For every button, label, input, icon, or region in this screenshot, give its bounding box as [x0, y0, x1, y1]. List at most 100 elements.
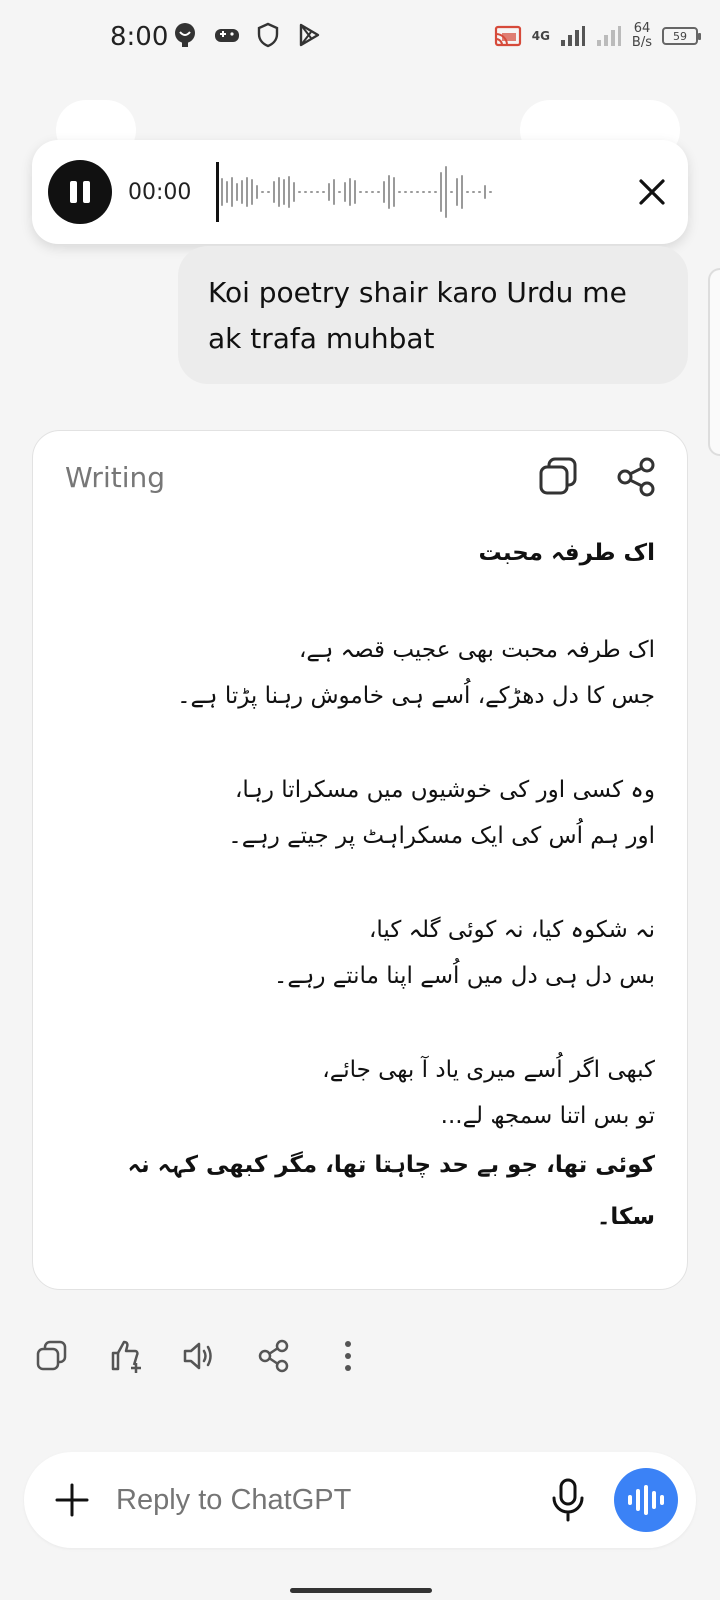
poem-line: وہ کسی اور کی خوشیوں میں مسکراتا رہا،	[234, 777, 655, 803]
waveform-bar	[246, 177, 248, 207]
waveform-bar	[428, 191, 431, 193]
waveform-bar	[221, 178, 223, 206]
composer	[24, 1452, 696, 1548]
waveform-bar	[333, 179, 335, 205]
thumbs-up-icon	[111, 1340, 141, 1373]
waveform-bar	[472, 191, 475, 193]
poem-line: اک طرفہ محبت بھی عجیب قصہ ہے،	[298, 637, 655, 663]
notification-app-icon	[175, 23, 195, 47]
home-indicator[interactable]	[290, 1588, 432, 1593]
waveform-bar	[489, 191, 492, 193]
waveform-bar	[226, 181, 228, 203]
waveform-bar	[256, 185, 258, 199]
battery-icon: 59	[662, 27, 701, 45]
card-label: Writing	[65, 461, 165, 494]
waveform-bar	[461, 175, 463, 209]
waveform-bar	[267, 191, 270, 193]
waveform-bar	[316, 191, 319, 193]
waveform-bar	[328, 183, 330, 201]
share-icon	[617, 457, 655, 497]
waveform-bar	[261, 191, 264, 193]
card-copy-button[interactable]	[535, 453, 583, 501]
waveform-bar	[450, 191, 453, 193]
waveform-bar	[278, 177, 280, 207]
waveform-bar	[404, 191, 407, 193]
speaker-icon	[183, 1342, 212, 1370]
waveform-bar	[236, 183, 238, 201]
status-time: 8:00	[110, 22, 169, 52]
waveform-bar	[338, 191, 341, 193]
waveform-bar	[371, 191, 374, 193]
pause-bar-left	[70, 181, 77, 203]
pause-bar-right	[83, 181, 90, 203]
waveform-bar	[393, 177, 395, 207]
poem-line: نہ شکوہ کیا، نہ کوئی گلہ کیا،	[368, 917, 655, 943]
copy-icon	[36, 1340, 67, 1371]
waveform-bar	[322, 191, 325, 193]
waveform-bar	[377, 191, 380, 193]
signal-strength-icon	[560, 26, 585, 46]
more-vertical-icon	[345, 1341, 351, 1371]
copy-response-button[interactable]	[30, 1334, 74, 1378]
poem-line: کبھی اگر اُسے میری یاد آ بھی جائے،	[322, 1057, 655, 1083]
waveform-bar	[354, 180, 356, 204]
poem-line: اور ہم اُس کی ایک مسکراہٹ پر جیتے رہے۔	[228, 823, 655, 849]
close-audio-button[interactable]	[632, 172, 672, 212]
poem-line: جس کا دل دھڑکے، اُسے ہی خاموش رہنا پڑتا …	[177, 683, 655, 709]
status-bar: 8:00 4G 64 B/s 59	[0, 0, 720, 80]
waveform-bar	[298, 191, 301, 193]
playhead[interactable]	[216, 162, 219, 222]
waveform-bar	[365, 191, 368, 193]
voice-mode-button[interactable]	[614, 1468, 678, 1532]
dictate-button[interactable]	[544, 1476, 592, 1524]
user-message-bubble[interactable]: Koi poetry shair karo Urdu me ak trafa m…	[178, 246, 688, 384]
waveform-bar	[410, 191, 413, 193]
waveform-bar	[383, 181, 385, 203]
poem-closing-line: کوئی تھا، جو بے حد چاہتا تھا، مگر کبھی ک…	[127, 1152, 655, 1230]
waveform-bar	[456, 178, 458, 206]
network-type-label: 4G	[531, 29, 550, 43]
waveform-bar	[304, 191, 307, 193]
audio-waveform[interactable]	[216, 162, 586, 222]
poem-line: بس دل ہی دل میں اُسے اپنا مانتے رہے۔	[273, 963, 655, 989]
waveform-bar	[273, 181, 275, 203]
share-icon	[258, 1339, 289, 1373]
plus-icon	[55, 1483, 89, 1517]
add-attachment-button[interactable]	[52, 1480, 92, 1520]
more-options-button[interactable]	[326, 1334, 370, 1378]
share-response-button[interactable]	[252, 1334, 296, 1378]
shield-icon	[257, 22, 279, 48]
waveform-bar	[388, 175, 390, 209]
waveform-bar	[440, 172, 442, 212]
card-share-button[interactable]	[613, 453, 661, 501]
pause-button[interactable]	[48, 160, 112, 224]
waveform-bar	[416, 191, 419, 193]
signal-strength-2-icon	[596, 26, 621, 46]
read-aloud-button[interactable]	[178, 1334, 222, 1378]
waveform-bar	[484, 185, 486, 199]
poem: اک طرفہ محبت اک طرفہ محبت بھی عجیب قصہ ہ…	[63, 527, 655, 1243]
waveform-bar	[398, 191, 401, 193]
waveform-bar	[293, 182, 295, 202]
close-icon	[639, 179, 665, 205]
status-icons-left	[172, 22, 322, 48]
network-speed-value: 64	[633, 21, 651, 36]
side-panel-handle[interactable]	[708, 268, 720, 456]
battery-level: 59	[673, 29, 687, 43]
waveform-bar	[241, 180, 243, 204]
waveform-bar	[445, 166, 447, 218]
waveform-bar	[359, 191, 362, 193]
waveform-bar	[434, 191, 437, 193]
microphone-icon	[552, 1478, 584, 1522]
waveform-bar	[478, 191, 481, 193]
poem-title: اک طرفہ محبت	[478, 540, 655, 566]
waveform-bar	[349, 178, 351, 206]
poem-line: تو بس اتنا سمجھ لے...	[440, 1103, 655, 1129]
waveform-bar	[344, 182, 346, 202]
writing-card: Writing اک طرفہ محبت اک طرفہ محبت بھی عج…	[32, 430, 688, 1290]
waveform-bar	[283, 179, 285, 205]
audio-player: 00:00	[32, 140, 688, 244]
thumbs-up-button[interactable]	[104, 1334, 148, 1378]
gamepad-icon	[215, 29, 239, 42]
reply-input[interactable]	[116, 1483, 496, 1517]
